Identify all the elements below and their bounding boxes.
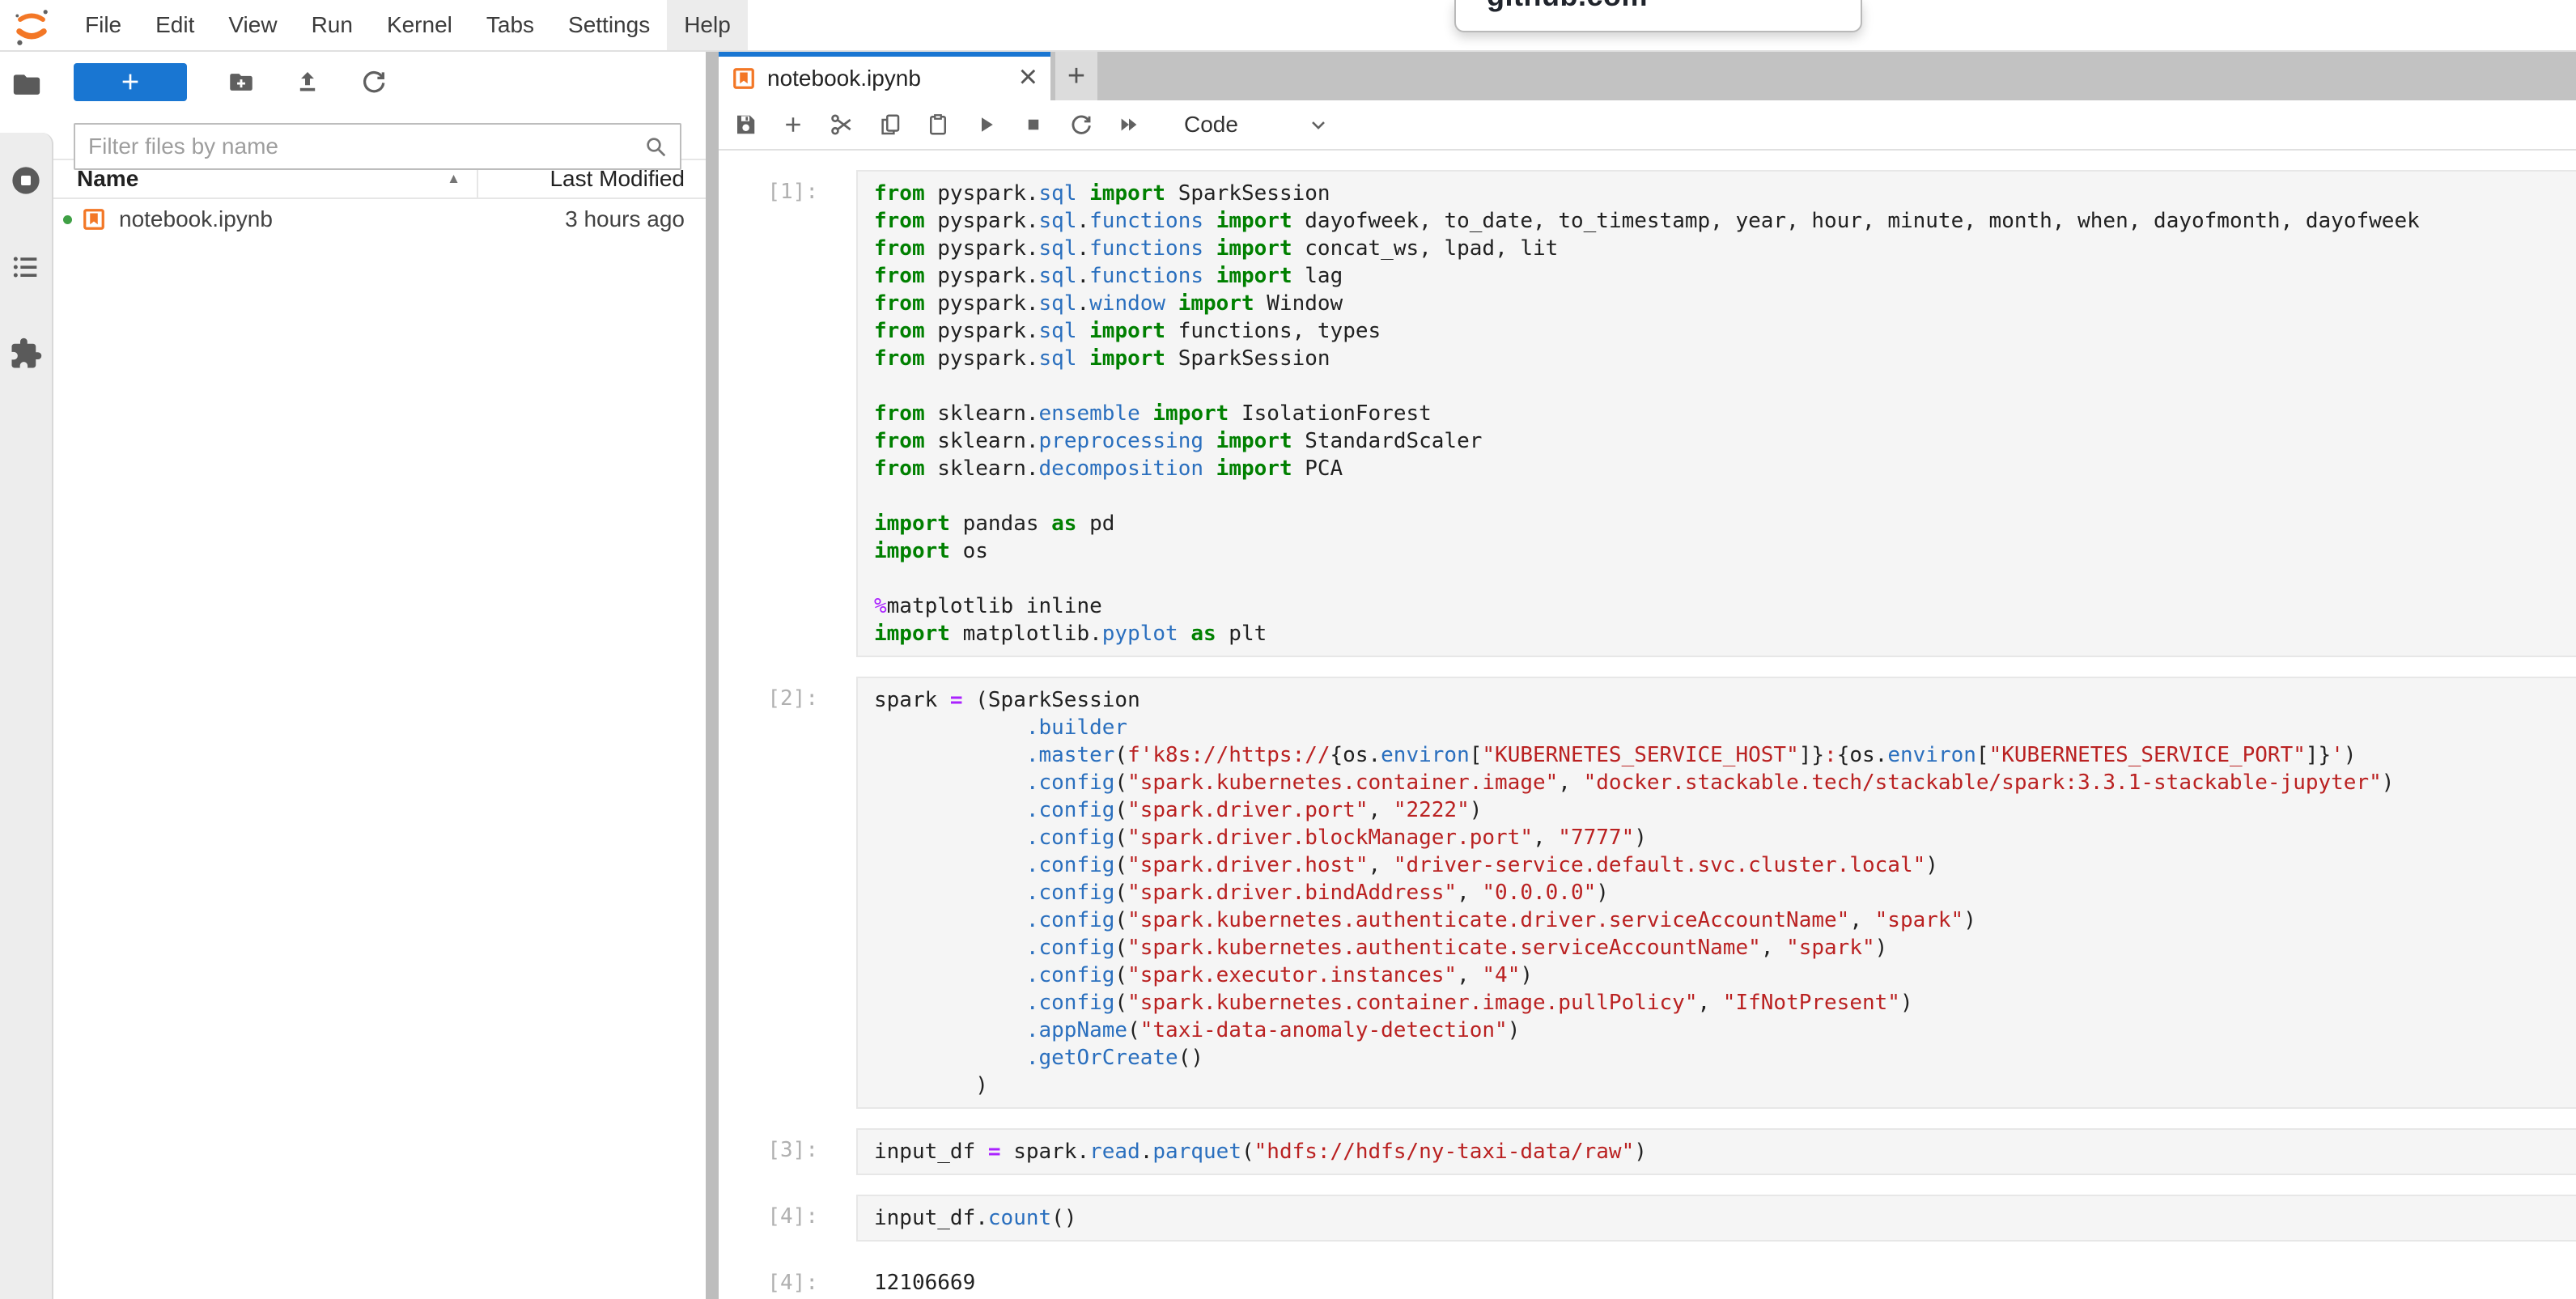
file-name: notebook.ipynb <box>119 206 565 232</box>
cell-type-dropdown[interactable]: Code <box>1184 112 1238 138</box>
cell-editor[interactable]: spark = (SparkSession .builder .master(f… <box>856 677 2576 1109</box>
sidebar-tab-filebrowser[interactable] <box>0 52 53 133</box>
cut-icon <box>829 112 855 138</box>
chevron-down-icon[interactable] <box>1307 113 1330 136</box>
popup-text: github.com <box>1487 0 1648 13</box>
notebook-icon <box>82 207 106 231</box>
run-icon <box>974 112 998 137</box>
stop-button[interactable] <box>1021 112 1046 137</box>
cell-editor[interactable]: input_df.count() <box>856 1195 2576 1242</box>
new-launcher-icon <box>117 69 143 95</box>
stop-icon <box>1021 112 1046 137</box>
copy-icon <box>878 112 902 137</box>
menu-item-settings[interactable]: Settings <box>551 0 667 50</box>
menu-item-tabs[interactable]: Tabs <box>469 0 551 50</box>
notebook-icon <box>732 66 756 91</box>
jupyter-logo-icon <box>13 6 50 47</box>
file-list: notebook.ipynb3 hours ago <box>53 199 706 240</box>
tab-label: notebook.ipynb <box>767 66 1008 91</box>
menu-item-view[interactable]: View <box>211 0 294 50</box>
file-filter-input[interactable] <box>75 134 643 159</box>
cell-prompt: [2]: <box>719 677 856 1109</box>
fast-forward-button[interactable] <box>1117 112 1141 137</box>
restart-button[interactable] <box>1069 112 1093 137</box>
cell-prompt: [1]: <box>719 170 856 657</box>
cut-button[interactable] <box>829 112 855 138</box>
tab-bar: notebook.ipynb × + <box>719 52 2576 100</box>
paste-icon <box>926 112 950 137</box>
tab-notebook[interactable]: notebook.ipynb × <box>719 52 1050 100</box>
folder-icon <box>11 68 43 133</box>
add-button[interactable] <box>781 112 805 137</box>
menu-item-file[interactable]: File <box>68 0 138 50</box>
activity-bar-rest <box>0 133 53 1299</box>
github-tooltip-popup: github.com <box>1454 0 1862 32</box>
new-folder-button[interactable] <box>227 68 255 96</box>
kernel-running-dot <box>63 215 72 224</box>
menu-items: FileEditViewRunKernelTabsSettingsHelp <box>68 0 748 50</box>
panel-resize-handle[interactable] <box>706 52 719 1299</box>
notebook-toolbar: Code <box>719 100 2576 151</box>
notebook-cell: [1]:from pyspark.sql import SparkSession… <box>719 170 2576 657</box>
file-row[interactable]: notebook.ipynb3 hours ago <box>53 199 706 240</box>
refresh-icon <box>360 68 388 96</box>
close-tab-icon[interactable]: × <box>1019 61 1038 93</box>
fast-forward-icon <box>1117 112 1141 137</box>
paste-button[interactable] <box>926 112 950 137</box>
file-browser-panel: / notebook / Name ▲ Last Modified notebo… <box>53 52 706 1299</box>
cell-prompt: [4]: <box>719 1261 856 1299</box>
menu-item-help[interactable]: Help <box>667 0 748 50</box>
search-icon <box>643 134 668 159</box>
cell-prompt: [4]: <box>719 1195 856 1242</box>
copy-button[interactable] <box>878 112 902 137</box>
cell-prompt: [3]: <box>719 1128 856 1175</box>
cell-editor[interactable]: input_df = spark.read.parquet("hdfs://hd… <box>856 1128 2576 1175</box>
notebook-toolbar-icons <box>733 112 1141 138</box>
file-browser-actions <box>74 62 706 101</box>
sort-ascending-icon: ▲ <box>447 171 477 187</box>
table-of-contents-icon[interactable] <box>10 251 42 283</box>
restart-icon <box>1069 112 1093 137</box>
notebook-cell: [2]:spark = (SparkSession .builder .mast… <box>719 677 2576 1109</box>
menu-item-kernel[interactable]: Kernel <box>370 0 469 50</box>
new-launcher-button[interactable] <box>74 63 187 101</box>
cell-editor[interactable]: from pyspark.sql import SparkSessionfrom… <box>856 170 2576 657</box>
menu-bar: FileEditViewRunKernelTabsSettingsHelp <box>0 0 2576 52</box>
upload-button[interactable] <box>294 68 321 96</box>
save-icon <box>733 112 758 137</box>
notebook-content: [1]:from pyspark.sql import SparkSession… <box>719 151 2576 1299</box>
notebook-cell: [4]:input_df.count() <box>719 1195 2576 1242</box>
notebook-cells: [1]:from pyspark.sql import SparkSession… <box>719 170 2576 1299</box>
extensions-puzzle-icon[interactable] <box>9 337 43 371</box>
new-tab-button[interactable]: + <box>1055 52 1097 100</box>
menu-item-run[interactable]: Run <box>295 0 370 50</box>
new-folder-icon <box>227 68 255 96</box>
activity-bar <box>0 52 53 1299</box>
cell-output-row: [4]:12106669 <box>719 1261 2576 1299</box>
upload-icon <box>294 68 321 96</box>
jupyterlab-root: { "colors": { "accent_blue": "#1976d2", … <box>0 0 2576 1299</box>
notebook-cell: [3]:input_df = spark.read.parquet("hdfs:… <box>719 1128 2576 1175</box>
cell-output: 12106669 <box>856 1261 2576 1299</box>
refresh-button[interactable] <box>360 68 388 96</box>
menu-item-edit[interactable]: Edit <box>138 0 211 50</box>
file-last-modified: 3 hours ago <box>565 206 706 232</box>
save-button[interactable] <box>733 112 758 137</box>
file-filter-box <box>74 123 681 170</box>
main-area: notebook.ipynb × + Code [1]:from pyspark… <box>719 52 2576 1299</box>
add-icon <box>781 112 805 137</box>
run-button[interactable] <box>974 112 998 137</box>
running-kernels-icon[interactable] <box>9 163 43 197</box>
